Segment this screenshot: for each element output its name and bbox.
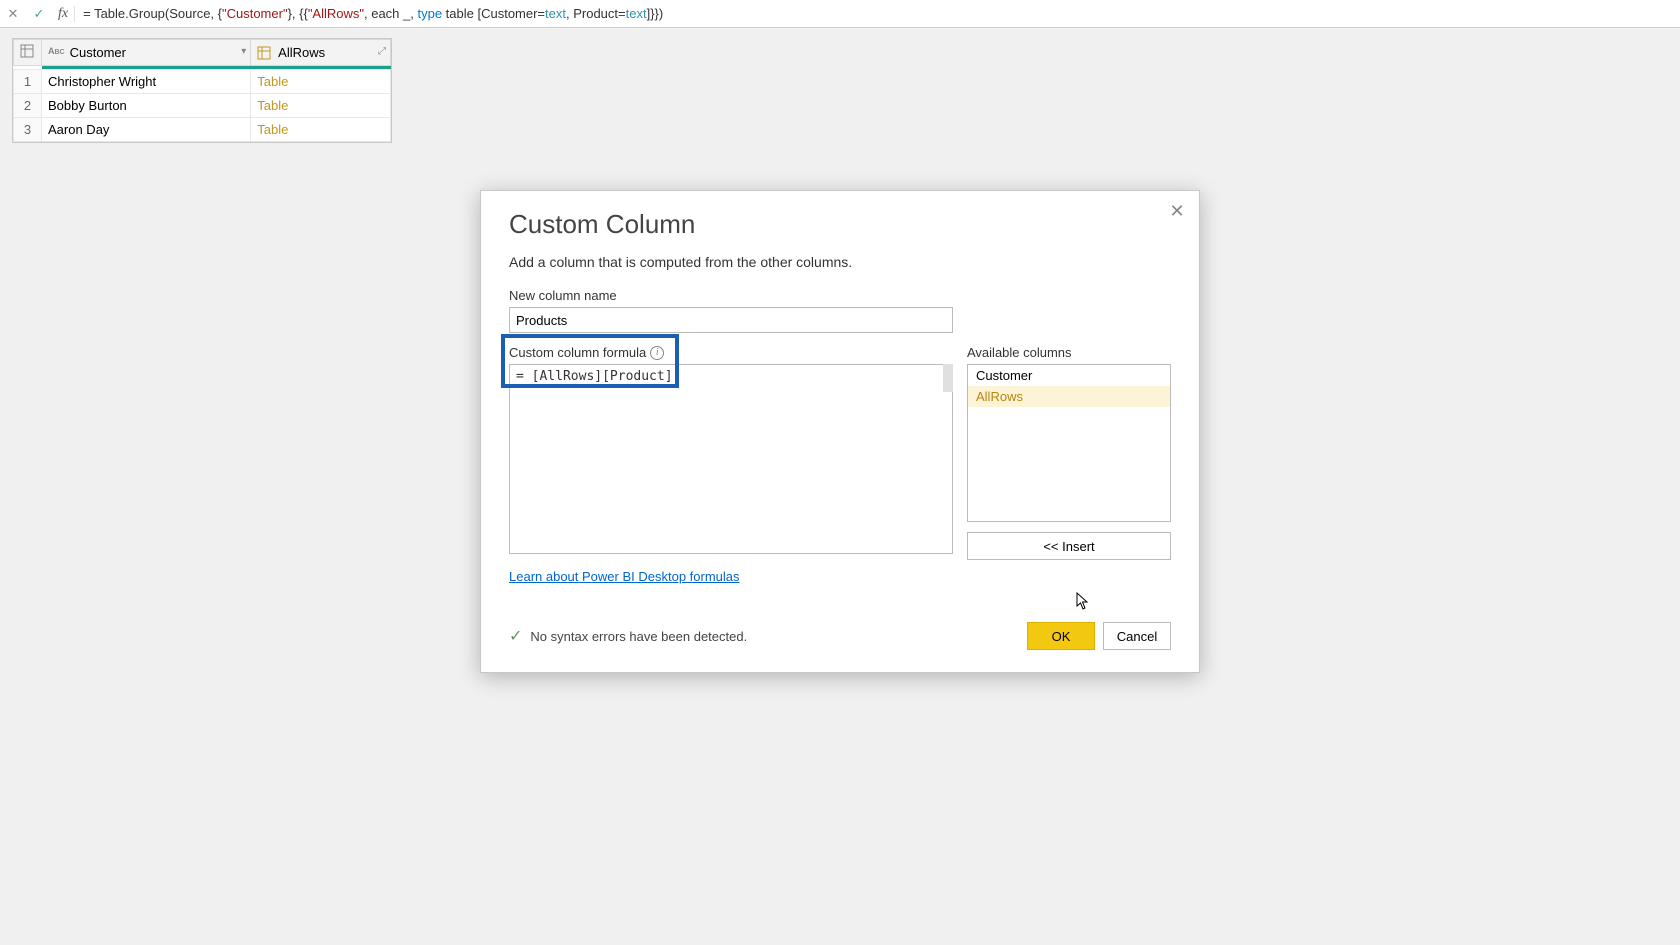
cell-customer[interactable]: Christopher Wright [42,70,251,94]
cell-allrows[interactable]: Table [251,118,391,142]
formula-seg: type [417,6,442,21]
column-header-label: AllRows [278,45,325,60]
check-icon: ✓ [509,626,522,646]
formula-bar: ✕ ✓ fx = Table.Group(Source, {"Customer"… [0,0,1680,28]
formula-seg: table [Customer= [442,6,545,21]
available-columns-label: Available columns [967,345,1171,360]
formula-cancel-icon[interactable]: ✕ [0,1,26,27]
column-header-customer[interactable]: ABC Customer ▾ [42,40,251,66]
cell-customer[interactable]: Bobby Burton [42,94,251,118]
table-row[interactable]: 1 Christopher Wright Table [14,70,391,94]
cancel-button[interactable]: Cancel [1103,622,1171,650]
new-column-name-label: New column name [509,288,1171,303]
formula-seg: }, {{ [288,6,308,21]
available-column-item[interactable]: Customer [968,365,1170,386]
expand-icon[interactable]: ⤢ [378,46,386,57]
formula-label: Custom column formula i [509,345,953,360]
column-header-allrows[interactable]: AllRows ⤢ [251,40,391,66]
formula-seg: text [545,6,566,21]
formula-textarea[interactable] [509,364,953,554]
insert-button[interactable]: << Insert [967,532,1171,560]
row-number: 1 [14,70,42,94]
column-dropdown-icon[interactable]: ▾ [241,46,246,57]
query-preview: ABC Customer ▾ AllRows ⤢ 1 Christopher W… [12,38,392,143]
available-columns-list[interactable]: Customer AllRows [967,364,1171,522]
formula-label-text: Custom column formula [509,345,646,360]
formula-seg: = Table.Group(Source, { [83,6,222,21]
dialog-description: Add a column that is computed from the o… [509,254,1171,270]
available-column-item[interactable]: AllRows [968,386,1170,407]
new-column-name-input[interactable] [509,307,953,333]
close-icon[interactable]: ✕ [1165,199,1189,223]
dialog-title: Custom Column [509,209,1171,240]
text-type-icon: ABC [48,46,62,60]
learn-formulas-link[interactable]: Learn about Power BI Desktop formulas [509,569,740,584]
formula-seg: , Product= [566,6,626,21]
fx-icon[interactable]: fx [52,6,75,22]
cell-allrows[interactable]: Table [251,70,391,94]
column-header-label: Customer [70,45,126,60]
scrollbar[interactable] [943,364,953,392]
formula-text[interactable]: = Table.Group(Source, {"Customer"}, {{"A… [83,6,1680,22]
syntax-status-text: No syntax errors have been detected. [530,629,1019,644]
row-number: 3 [14,118,42,142]
table-row[interactable]: 3 Aaron Day Table [14,118,391,142]
formula-seg: text [626,6,647,21]
custom-column-dialog: ✕ Custom Column Add a column that is com… [480,190,1200,673]
table-icon [20,44,34,58]
row-number: 2 [14,94,42,118]
formula-seg: "Customer" [222,6,288,21]
table-type-icon [257,46,271,60]
formula-seg: "AllRows" [308,6,364,21]
info-icon[interactable]: i [650,346,664,360]
cell-allrows[interactable]: Table [251,94,391,118]
cell-customer[interactable]: Aaron Day [42,118,251,142]
formula-commit-icon[interactable]: ✓ [26,1,52,27]
formula-seg: ]}}) [647,6,664,21]
rownum-header[interactable] [14,40,42,66]
table-row[interactable]: 2 Bobby Burton Table [14,94,391,118]
formula-seg: , each _, [364,6,417,21]
ok-button[interactable]: OK [1027,622,1095,650]
